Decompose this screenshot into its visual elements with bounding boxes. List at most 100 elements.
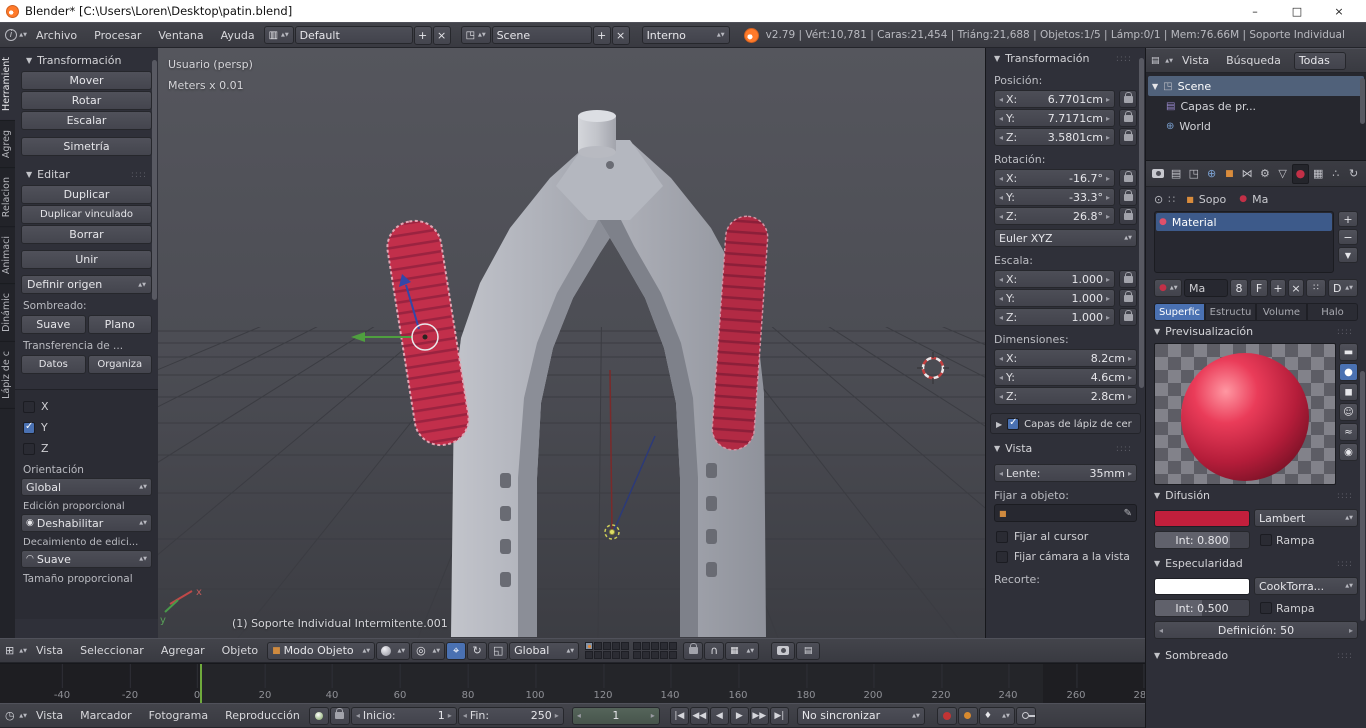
layer-cell[interactable] [621, 651, 630, 659]
move-button[interactable]: Mover [21, 71, 152, 90]
manipulator-rotate-toggle[interactable]: ↻ [467, 641, 488, 660]
layer-cell[interactable] [594, 642, 603, 650]
lock-object-field[interactable]: ■ ✎ [994, 504, 1137, 522]
increment-arrow[interactable]: ▸ [1128, 373, 1132, 382]
properties-scrollbar[interactable] [1360, 371, 1365, 621]
mirror-axis-x-row[interactable]: X [21, 396, 152, 417]
tool-tab-dinamica[interactable]: Dinámic [0, 284, 15, 343]
data-link-select[interactable]: D ▲▼ [1328, 279, 1358, 297]
breadcrumb-material[interactable]: Ma [1252, 193, 1268, 206]
transform-orientation-select[interactable]: Global ▲▼ [509, 641, 580, 660]
timeline-menu-vista[interactable]: Vista [28, 706, 71, 725]
increment-arrow[interactable]: ▸ [651, 711, 655, 720]
lock-camera-checkbox[interactable] [996, 551, 1008, 563]
orientation-select[interactable]: Global ▲▼ [21, 478, 152, 496]
panel-drag-handle[interactable]: :::: [1116, 54, 1132, 64]
decrement-arrow[interactable]: ◂ [999, 469, 1003, 478]
layer-cell[interactable] [633, 642, 642, 650]
panel-drag-handle[interactable]: :::: [131, 170, 147, 180]
opengl-render-button[interactable] [771, 641, 796, 660]
checkbox-x[interactable] [23, 400, 35, 413]
layer-cell[interactable] [642, 651, 651, 659]
close-button[interactable]: × [1318, 0, 1360, 22]
next-keyframe-button[interactable]: ▶▶ [749, 706, 769, 725]
mirror-axis-y-row[interactable]: Y [21, 417, 152, 438]
insert-keyframe-button[interactable] [1015, 706, 1036, 725]
add-slot-button[interactable]: + [1338, 211, 1358, 227]
close-scene-button[interactable]: × [611, 25, 630, 45]
minimize-button[interactable]: – [1234, 0, 1276, 22]
users-count-button[interactable]: 8 [1230, 279, 1248, 297]
scale-z-field[interactable]: ◂ Z: 1.000 ▸ [994, 308, 1115, 326]
lock-layers-toggle[interactable] [683, 641, 704, 660]
use-nodes-button[interactable]: ∷ [1306, 279, 1326, 297]
viewport-3d[interactable]: x y Usuario (persp) Meters x 0.01 (1) So… [158, 48, 985, 638]
panel-transform-header[interactable]: ▼ Transformación [21, 50, 152, 70]
decrement-arrow[interactable]: ◂ [999, 114, 1003, 123]
lock-scale-z[interactable] [1119, 308, 1137, 326]
outliner-menu-vista[interactable]: Vista [1174, 51, 1217, 70]
frame-end-field[interactable]: ◂ Fin: 250 ▸ [457, 706, 564, 725]
lock-position-x[interactable] [1119, 90, 1137, 108]
duplicate-button[interactable]: Duplicar [21, 185, 152, 204]
increment-arrow[interactable]: ▸ [1349, 626, 1353, 635]
tab-object[interactable]: ■ [1221, 164, 1238, 184]
layer-cell[interactable] [585, 642, 594, 650]
timeline-menu-marcador[interactable]: Marcador [72, 706, 140, 725]
sync-mode-select[interactable]: No sincronizar ▲▼ [796, 706, 925, 725]
screen-layout-name[interactable]: Default [294, 26, 413, 44]
decrement-arrow[interactable]: ◂ [999, 174, 1003, 183]
pivot-point-select[interactable]: ◎ ▲▼ [411, 641, 446, 660]
increment-arrow[interactable]: ▸ [1106, 275, 1110, 284]
tab-modifiers[interactable]: ⚙ [1257, 164, 1274, 184]
position-y-field[interactable]: ◂ Y: 7.7171cm ▸ [994, 109, 1115, 127]
tab-render[interactable] [1150, 164, 1167, 184]
layer-cell[interactable] [633, 651, 642, 659]
frame-start-field[interactable]: ◂ Inicio: 1 ▸ [350, 706, 457, 725]
decrement-arrow[interactable]: ◂ [999, 354, 1003, 363]
decrement-arrow[interactable]: ◂ [999, 373, 1003, 382]
rotate-button[interactable]: Rotar [21, 91, 152, 110]
menu-ayuda[interactable]: Ayuda [213, 26, 263, 45]
set-origin-menu[interactable]: Definir origen ▲▼ [21, 275, 152, 294]
layer-cell[interactable] [660, 651, 669, 659]
editor-type-outliner-button[interactable]: ▤ ▲▼ [1151, 52, 1173, 70]
slot-specials-menu[interactable]: ▼ [1338, 247, 1358, 263]
scale-x-field[interactable]: ◂ X: 1.000 ▸ [994, 270, 1115, 288]
increment-arrow[interactable]: ▸ [555, 711, 559, 720]
delete-button[interactable]: Borrar [21, 225, 152, 244]
pin-icon[interactable]: ⊙ [1154, 193, 1163, 206]
render-engine-select[interactable]: Interno ▲▼ [641, 26, 730, 44]
tool-tab-relaciones[interactable]: Relacion [0, 168, 15, 228]
fake-user-button[interactable]: F [1250, 279, 1268, 297]
rotation-z-field[interactable]: ◂ Z: 26.8° ▸ [994, 207, 1115, 225]
layer-cell[interactable] [651, 651, 660, 659]
lock-scale-y[interactable] [1119, 289, 1137, 307]
remove-slot-button[interactable]: − [1338, 229, 1358, 245]
manipulator-scale-toggle[interactable]: ◱ [488, 641, 509, 660]
specular-intensity-slider[interactable]: Int: 0.500 [1154, 599, 1250, 617]
decrement-arrow[interactable]: ◂ [999, 193, 1003, 202]
keying-set-select[interactable]: ♦ ▲▼ [978, 706, 1015, 725]
editor-type-timeline-button[interactable]: ◷ ▲▼ [5, 707, 27, 725]
preview-flat-button[interactable]: ▬ [1339, 343, 1358, 361]
join-button[interactable]: Unir [21, 250, 152, 269]
lock-rotation-y[interactable] [1119, 188, 1137, 206]
mirror-axis-z-row[interactable]: Z [21, 438, 152, 459]
diffuse-shader-select[interactable]: Lambert ▲▼ [1254, 509, 1358, 527]
panel-drag-handle[interactable]: :::: [1337, 559, 1353, 569]
dimension-y-field[interactable]: ◂ Y: 4.6cm ▸ [994, 368, 1137, 386]
lock-rotation-x[interactable] [1119, 169, 1137, 187]
increment-arrow[interactable]: ▸ [1106, 294, 1110, 303]
type-tab-surface[interactable]: Superfic [1154, 303, 1205, 321]
timeline-menu-fotograma[interactable]: Fotograma [141, 706, 216, 725]
diffuse-intensity-slider[interactable]: Int: 0.800 [1154, 531, 1250, 549]
preview-sphere-button[interactable]: ● [1339, 363, 1358, 381]
scene-browse[interactable]: ◳ ▲▼ [460, 26, 491, 44]
tab-texture[interactable]: ▦ [1310, 164, 1327, 184]
material-slot-row[interactable]: ● Material [1156, 213, 1332, 231]
preview-panel-header[interactable]: ▼ Previsualización:::: [1154, 321, 1358, 341]
scene-name[interactable]: Scene [491, 26, 592, 44]
specular-ramp-checkbox[interactable] [1260, 602, 1272, 614]
decrement-arrow[interactable]: ◂ [999, 294, 1003, 303]
